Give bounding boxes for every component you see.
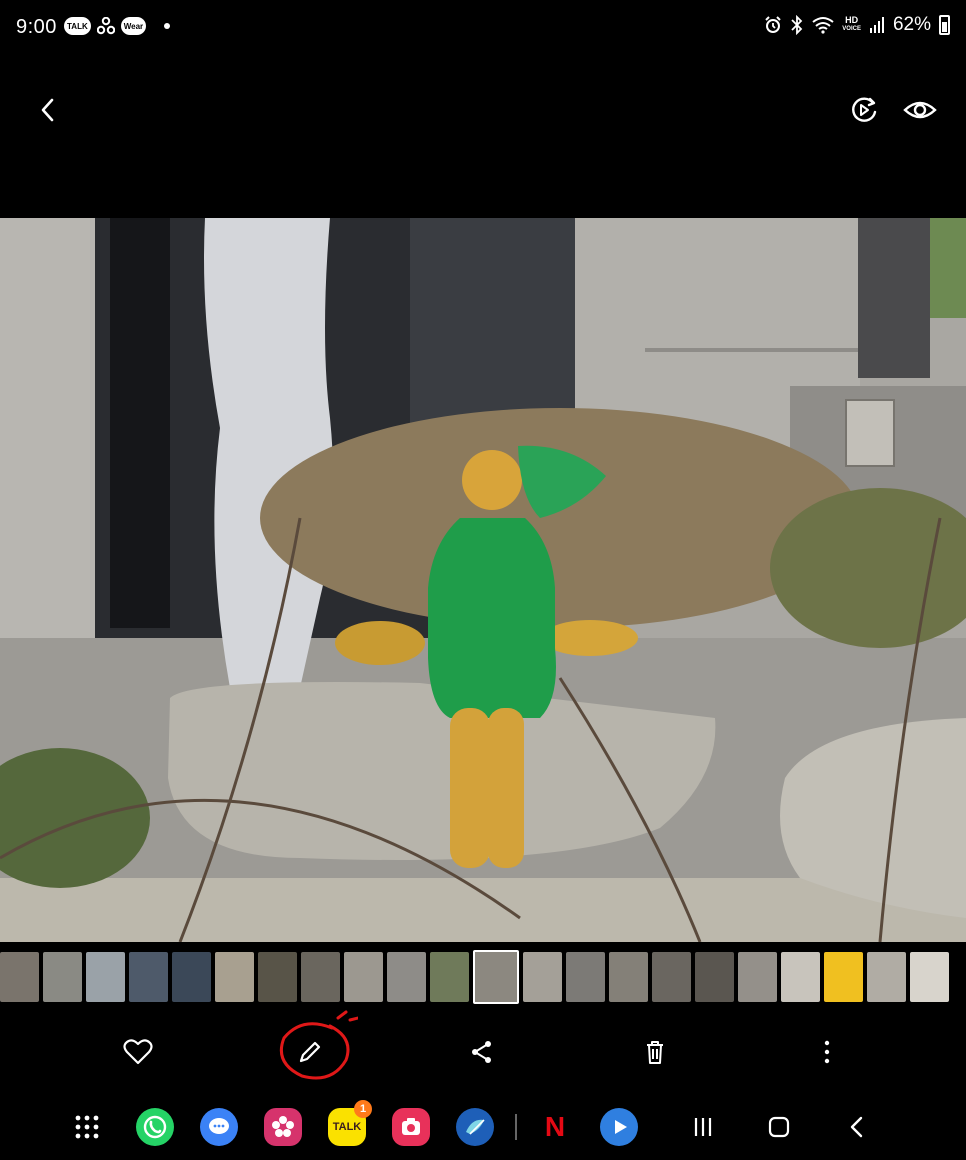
whatsapp-icon — [143, 1115, 167, 1139]
recents-icon — [694, 1118, 712, 1136]
camera-app[interactable] — [392, 1108, 430, 1146]
photo-viewer-image[interactable] — [0, 218, 966, 942]
navigation-bar: TALK 1 N — [0, 1098, 966, 1160]
more-icon — [824, 1040, 830, 1064]
nav-back-icon — [850, 1116, 863, 1138]
nav-divider — [515, 1114, 517, 1140]
edit-button[interactable] — [288, 1030, 332, 1074]
view-button[interactable] — [900, 90, 940, 130]
delete-button[interactable] — [633, 1030, 677, 1074]
filmstrip-thumbnail[interactable] — [301, 952, 340, 1002]
delete-icon — [647, 1041, 663, 1064]
back-icon — [41, 98, 54, 122]
filmstrip-thumbnail[interactable] — [523, 952, 562, 1002]
filmstrip-thumbnail[interactable] — [129, 952, 168, 1002]
home-icon — [768, 1116, 790, 1138]
status-time: 9:00 — [16, 16, 57, 38]
netflix-app[interactable]: N — [536, 1108, 574, 1146]
play-app[interactable] — [600, 1108, 638, 1146]
edit-icon — [299, 1041, 321, 1063]
heart-icon — [123, 1039, 153, 1065]
apps-grid-icon — [75, 1115, 99, 1139]
whatsapp-app[interactable] — [136, 1108, 174, 1146]
talk-icon: TALK — [64, 17, 91, 35]
status-left-icons: TALK Wear — [64, 17, 171, 35]
filmstrip-thumbnail[interactable] — [824, 952, 863, 1002]
filmstrip-thumbnail[interactable] — [652, 952, 691, 1002]
eye-icon — [903, 101, 937, 119]
battery-icon — [939, 15, 950, 35]
share-icon — [472, 1041, 491, 1063]
more-options-button[interactable] — [805, 1030, 849, 1074]
filmstrip-thumbnail-current[interactable] — [473, 950, 519, 1004]
messages-app[interactable] — [200, 1108, 238, 1146]
voice-label: VOICE — [842, 26, 861, 32]
viewer-top-bar — [0, 84, 966, 140]
filmstrip-thumbnail[interactable] — [86, 952, 125, 1002]
remaster-button[interactable] — [844, 90, 884, 130]
filmstrip-thumbnail[interactable] — [910, 952, 949, 1002]
bluesky-app[interactable] — [456, 1108, 494, 1146]
photo-sculpture-green-girl — [0, 218, 966, 942]
signal-icon — [869, 17, 884, 33]
filmstrip-thumbnail[interactable] — [387, 952, 426, 1002]
messages-icon — [209, 1118, 229, 1134]
filmstrip-thumbnail[interactable] — [738, 952, 777, 1002]
recents-button[interactable] — [684, 1108, 722, 1146]
filmstrip-thumbnail[interactable] — [172, 952, 211, 1002]
filmstrip-thumbnail[interactable] — [609, 952, 648, 1002]
notification-badge: 1 — [354, 1100, 372, 1118]
filmstrip-thumbnail[interactable] — [258, 952, 297, 1002]
fan-icon — [96, 17, 115, 35]
share-button[interactable] — [460, 1030, 504, 1074]
kakaotalk-icon: TALK — [332, 1121, 362, 1133]
back-button[interactable] — [28, 90, 68, 130]
wear-icon: Wear — [120, 17, 147, 35]
camera-icon — [402, 1118, 420, 1135]
nav-back-button[interactable] — [838, 1108, 876, 1146]
filmstrip-thumbnail[interactable] — [43, 952, 82, 1002]
filmstrip-thumbnail[interactable] — [566, 952, 605, 1002]
home-button[interactable] — [760, 1108, 798, 1146]
blossom-app[interactable] — [264, 1108, 302, 1146]
filmstrip-thumbnail[interactable] — [781, 952, 820, 1002]
bluetooth-icon — [791, 15, 803, 35]
action-bar — [0, 1010, 966, 1086]
status-bar: 9:00 TALK Wear HD VOICE 62% — [0, 0, 966, 56]
hd-voice-icon: HD VOICE — [842, 16, 861, 34]
blossom-icon — [272, 1116, 294, 1137]
alarm-icon — [765, 16, 782, 33]
filmstrip-thumbnail[interactable] — [344, 952, 383, 1002]
favorite-button[interactable] — [116, 1030, 160, 1074]
filmstrip[interactable] — [0, 950, 966, 1006]
bluesky-icon — [466, 1119, 485, 1135]
filmstrip-thumbnail[interactable] — [0, 952, 39, 1002]
remaster-icon — [852, 97, 877, 122]
battery-percent: 62% — [892, 14, 931, 35]
wifi-icon — [812, 17, 834, 34]
filmstrip-thumbnail[interactable] — [215, 952, 254, 1002]
apps-grid-button[interactable] — [68, 1108, 106, 1146]
filmstrip-thumbnail[interactable] — [430, 952, 469, 1002]
filmstrip-thumbnail[interactable] — [695, 952, 734, 1002]
filmstrip-thumbnail[interactable] — [867, 952, 906, 1002]
kakaotalk-app[interactable]: TALK 1 — [328, 1100, 372, 1146]
dot-icon — [164, 23, 171, 29]
play-icon — [615, 1120, 627, 1134]
status-right: HD VOICE 62% — [764, 14, 950, 36]
netflix-icon: N — [544, 1111, 566, 1142]
hd-label: HD — [845, 15, 859, 25]
